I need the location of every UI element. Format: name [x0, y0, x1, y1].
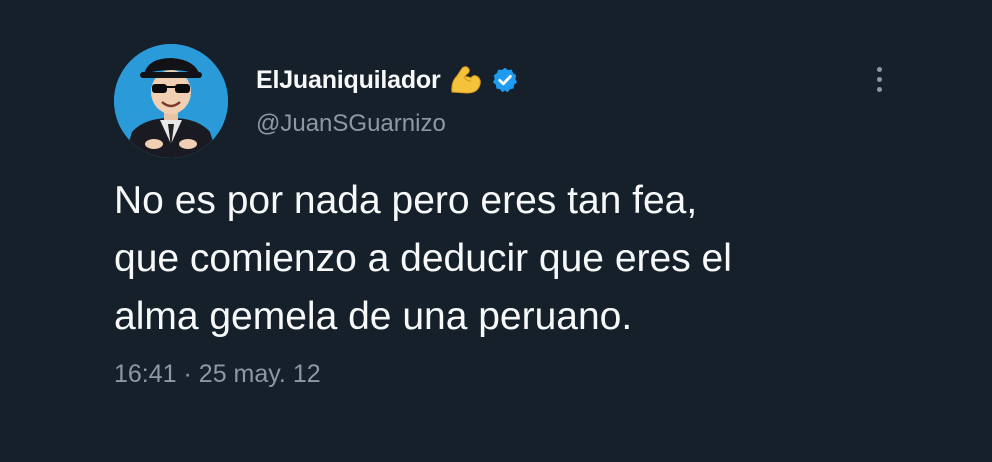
- tweet-text-line: No es por nada pero eres tan fea,: [114, 179, 698, 222]
- tweet-card: ElJuaniquilador @JuanSGuarnizo No es por…: [0, 0, 992, 462]
- meta-separator: ·: [183, 360, 192, 388]
- tweet-text-line: que comienzo a deducir que eres el: [114, 237, 732, 280]
- more-options-button[interactable]: [864, 62, 894, 96]
- more-options-icon-dot: [876, 76, 882, 82]
- name-row: ElJuaniquilador: [256, 62, 519, 98]
- tweet-meta: 16:41 · 25 may. 12: [114, 360, 321, 389]
- verified-badge-icon[interactable]: [491, 66, 519, 94]
- more-options-icon-dot: [876, 86, 882, 92]
- tweet-time[interactable]: 16:41: [114, 360, 177, 388]
- user-avatar-image: [114, 44, 228, 158]
- tweet-text-line: alma gemela de una peruano.: [114, 295, 633, 338]
- more-options-icon: [876, 66, 882, 72]
- tweet-date[interactable]: 25 may. 12: [199, 360, 321, 388]
- flexed-biceps-icon: [449, 64, 483, 96]
- tweet-text: No es por nada pero eres tan fea, que co…: [114, 172, 914, 346]
- display-name[interactable]: ElJuaniquilador: [256, 66, 441, 95]
- user-handle[interactable]: @JuanSGuarnizo: [256, 110, 446, 138]
- avatar[interactable]: [114, 44, 228, 158]
